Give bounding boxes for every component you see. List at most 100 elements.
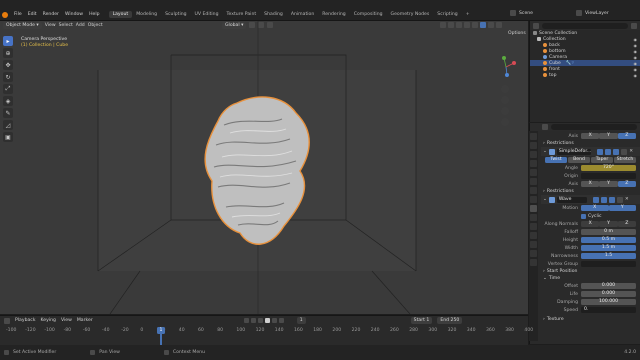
deform-tab-taper[interactable]: Taper bbox=[591, 157, 613, 163]
tab-animation[interactable]: Animation bbox=[287, 11, 318, 18]
jump-end-icon[interactable] bbox=[278, 318, 284, 323]
playhead[interactable]: 1 bbox=[157, 327, 165, 334]
collection-tab-icon[interactable] bbox=[530, 187, 537, 194]
height-field[interactable]: 0.5 m bbox=[581, 237, 636, 243]
damping-field[interactable]: 100.000 bbox=[581, 299, 636, 305]
funnel-icon[interactable] bbox=[631, 22, 637, 29]
blender-logo-icon[interactable] bbox=[2, 11, 8, 18]
editor-type-icon[interactable] bbox=[4, 317, 10, 324]
current-frame-field[interactable]: 1 bbox=[296, 317, 306, 324]
along-z[interactable]: Z bbox=[617, 221, 636, 227]
physics-tab-icon[interactable] bbox=[530, 223, 537, 230]
eye-icon[interactable]: ◉ bbox=[634, 55, 638, 60]
add-cube-tool-icon[interactable]: ▣ bbox=[3, 132, 13, 142]
particles-tab-icon[interactable] bbox=[530, 214, 537, 221]
menu-edit[interactable]: Edit bbox=[25, 12, 40, 17]
eye-icon[interactable]: ◉ bbox=[634, 61, 638, 66]
axis2-z[interactable]: Z bbox=[617, 181, 636, 187]
scale-tool-icon[interactable]: ⤢ bbox=[3, 84, 13, 94]
restrictions-panel[interactable]: › Restrictions bbox=[541, 140, 640, 147]
viewport-display-icon[interactable] bbox=[605, 148, 612, 155]
next-keyframe-icon[interactable] bbox=[271, 318, 277, 323]
view-layer-tab-icon[interactable] bbox=[530, 160, 537, 167]
deform-tab-twist[interactable]: Twist bbox=[545, 157, 567, 163]
modifier-tab-icon[interactable] bbox=[530, 205, 537, 212]
eye-icon[interactable]: ◉ bbox=[634, 67, 638, 72]
tab-shading[interactable]: Shading bbox=[260, 11, 287, 18]
eye-icon[interactable]: ◉ bbox=[634, 37, 638, 42]
world-tab-icon[interactable] bbox=[530, 178, 537, 185]
tab-scripting[interactable]: Scripting bbox=[433, 11, 461, 18]
dropdown-icon[interactable] bbox=[621, 148, 628, 155]
transform-tool-icon[interactable]: ◈ bbox=[3, 96, 13, 106]
constraints-tab-icon[interactable] bbox=[530, 232, 537, 239]
output-tab-icon[interactable] bbox=[530, 151, 537, 158]
tab-compositing[interactable]: Compositing bbox=[350, 11, 387, 18]
timeline-menu-marker[interactable]: Marker bbox=[77, 318, 93, 323]
outliner-filter-icon[interactable] bbox=[533, 22, 539, 29]
along-x[interactable]: X bbox=[581, 221, 600, 227]
render-display-icon[interactable] bbox=[608, 196, 615, 203]
axis2-x[interactable]: X bbox=[581, 181, 600, 187]
eye-icon[interactable]: ◉ bbox=[634, 73, 638, 78]
grid-view-icon[interactable] bbox=[501, 118, 509, 126]
material-tab-icon[interactable] bbox=[530, 250, 537, 257]
axis2-y[interactable]: Y bbox=[599, 181, 618, 187]
life-field[interactable]: 0.000 bbox=[581, 291, 636, 297]
menu-file[interactable]: File bbox=[11, 12, 25, 17]
menu-render[interactable]: Render bbox=[40, 12, 62, 17]
restrictions2-panel[interactable]: › Restrictions bbox=[541, 188, 640, 195]
select-tool-icon[interactable]: ▸ bbox=[3, 36, 13, 46]
timeline-menu-view[interactable]: View bbox=[61, 318, 72, 323]
vertex-group-field[interactable] bbox=[581, 261, 636, 267]
motion-y[interactable]: Y bbox=[608, 205, 636, 211]
view-layer-name[interactable]: ViewLayer bbox=[585, 11, 609, 16]
zoom-icon[interactable] bbox=[501, 85, 509, 93]
properties-editor[interactable]: Axis X Y Z › Restrictions ⌄ SimpleDefor..… bbox=[529, 123, 640, 344]
tab-sculpting[interactable]: Sculpting bbox=[161, 11, 190, 18]
time-panel[interactable]: ⌄ Time bbox=[541, 275, 640, 282]
speed-field[interactable]: 0. bbox=[581, 307, 636, 313]
data-tab-icon[interactable] bbox=[530, 241, 537, 248]
along-y[interactable]: Y bbox=[599, 221, 618, 227]
render-tab-icon[interactable] bbox=[530, 142, 537, 149]
object-tab-icon[interactable] bbox=[530, 196, 537, 203]
narrowness-field[interactable]: 1.5 bbox=[581, 253, 636, 259]
eye-icon[interactable]: ◉ bbox=[634, 43, 638, 48]
texture-panel[interactable]: › Texture bbox=[541, 316, 640, 323]
axis-x[interactable]: X bbox=[581, 133, 600, 139]
menu-window[interactable]: Window bbox=[62, 12, 86, 17]
start-position-panel[interactable]: › Start Position bbox=[541, 268, 640, 275]
deform-tab-stretch[interactable]: Stretch bbox=[614, 157, 636, 163]
outliner-search-input[interactable] bbox=[542, 22, 628, 29]
tab-layout[interactable]: Layout bbox=[108, 11, 133, 18]
editmode-icon[interactable] bbox=[597, 148, 604, 155]
timeline-ruler[interactable]: -100-120-100-80-60-40-200204060801001201… bbox=[0, 328, 533, 336]
eye-icon[interactable]: ◉ bbox=[634, 49, 638, 54]
tool-tab-icon[interactable] bbox=[530, 133, 537, 140]
scene-tab-icon[interactable] bbox=[530, 169, 537, 176]
measure-tool-icon[interactable]: ◿ bbox=[3, 120, 13, 130]
pan-hand-icon[interactable] bbox=[501, 96, 509, 104]
rotate-tool-icon[interactable]: ↻ bbox=[3, 72, 13, 82]
origin-field[interactable] bbox=[581, 173, 636, 179]
scene-name[interactable]: Scene bbox=[519, 11, 533, 16]
cyclic-checkbox[interactable] bbox=[581, 213, 586, 219]
jump-start-icon[interactable] bbox=[243, 318, 249, 323]
end-frame-field[interactable]: End 250 bbox=[437, 317, 463, 324]
viewport-display-icon[interactable] bbox=[600, 196, 607, 203]
play-reverse-icon[interactable] bbox=[257, 318, 263, 323]
start-frame-field[interactable]: Start 1 bbox=[410, 317, 433, 324]
modifier-name-field[interactable]: SimpleDefor... bbox=[556, 148, 592, 155]
tab-geometry-nodes[interactable]: Geometry Nodes bbox=[387, 11, 434, 18]
menu-help[interactable]: Help bbox=[86, 12, 102, 17]
move-tool-icon[interactable]: ✥ bbox=[3, 60, 13, 70]
modifier-simpledeform[interactable]: ⌄ SimpleDefor... ✕ bbox=[541, 147, 640, 156]
axis-z[interactable]: Z bbox=[617, 133, 636, 139]
add-workspace-button[interactable]: + bbox=[462, 11, 474, 18]
angle-field[interactable]: 720° bbox=[581, 165, 636, 171]
close-icon[interactable]: ✕ bbox=[625, 197, 629, 202]
modifier-name-field[interactable]: Wave bbox=[556, 196, 587, 203]
editmode-icon[interactable] bbox=[592, 196, 599, 203]
properties-search-input[interactable] bbox=[551, 124, 637, 130]
